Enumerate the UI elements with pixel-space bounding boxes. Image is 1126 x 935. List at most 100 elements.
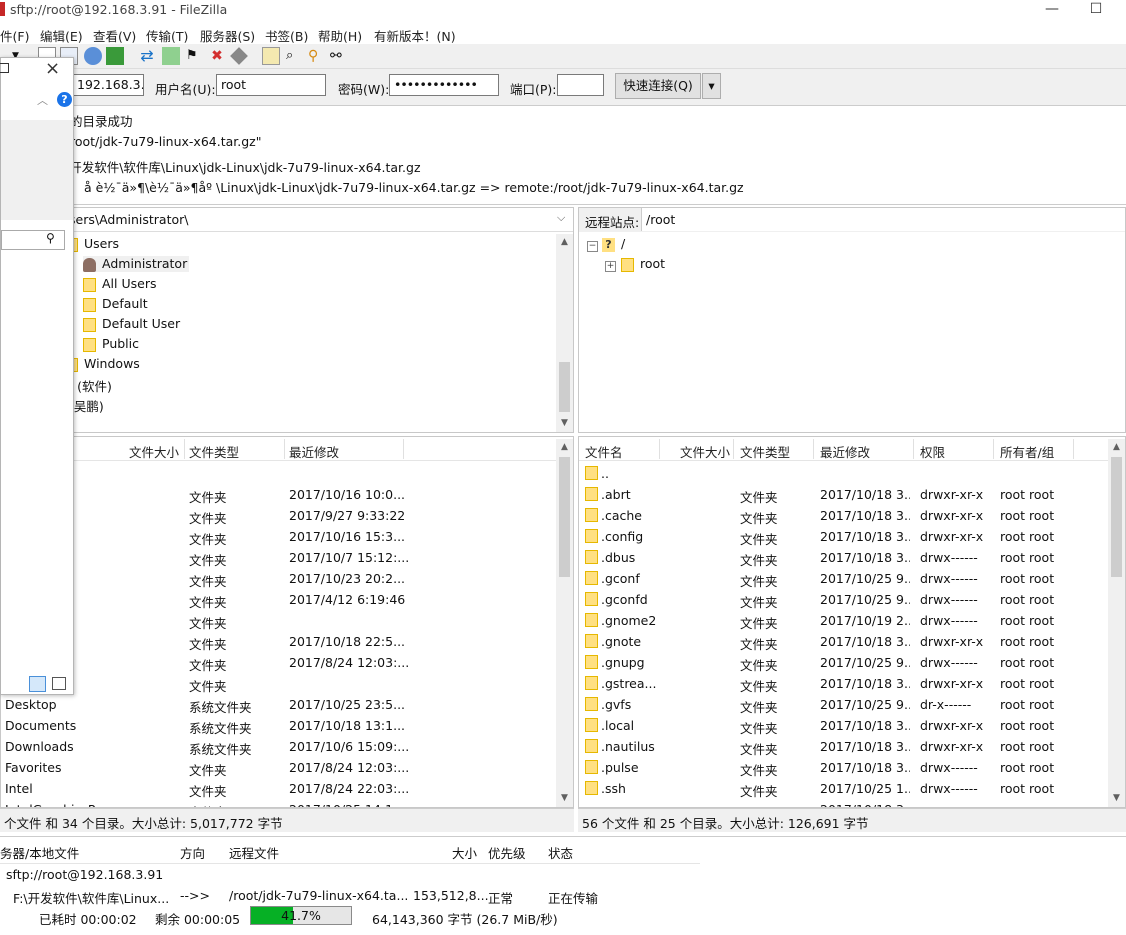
scroll-thumb[interactable]: [559, 362, 570, 412]
col-remote-file[interactable]: 远程文件: [229, 843, 279, 862]
password-input[interactable]: •••••••••••••: [389, 74, 499, 96]
queue-transfer-row[interactable]: F:\开发软件\软件库\Linux... -->> /root/jdk-7u79…: [0, 887, 1126, 907]
dialog-search-input[interactable]: ⚲: [1, 230, 65, 250]
local-file-row[interactable]: 文件夹 2017/4/12 6:19:46: [1, 589, 556, 610]
minimize-button[interactable]: —: [1032, 0, 1072, 20]
menu-transfer[interactable]: 传输(T): [146, 26, 188, 45]
col-size[interactable]: 大小: [452, 843, 477, 862]
remote-file-row[interactable]: .gnome2 文件夹 2017/10/19 2... drwx------ root …: [579, 610, 1109, 631]
large-icons-view-icon[interactable]: [52, 677, 66, 690]
menu-server[interactable]: 服务器(S): [200, 26, 255, 45]
scroll-up-icon[interactable]: ▲: [556, 439, 573, 456]
local-file-row[interactable]: sa...文件夹2017/10/7 15:12:...: [1, 547, 556, 568]
remote-tree-root[interactable]: −? /: [587, 236, 625, 252]
remote-file-row[interactable]: .pulse 文件夹 2017/10/18 3... drwx------ root r…: [579, 757, 1109, 778]
remote-file-row[interactable]: .abrt 文件夹 2017/10/18 3... drwxr-xr-x root ro…: [579, 484, 1109, 505]
local-tree-item[interactable]: Administrator: [83, 256, 190, 272]
quickconnect-button[interactable]: 快速连接(Q): [615, 73, 701, 99]
local-file-row[interactable]: Data文件夹: [1, 610, 556, 631]
local-tree-item[interactable]: Default: [83, 296, 148, 312]
local-file-row[interactable]: Intel 文件夹 2017/8/24 22:03:...: [1, 778, 556, 799]
col-status[interactable]: 状态: [548, 843, 573, 862]
toggle-queue-icon[interactable]: [106, 47, 124, 65]
menu-bookmarks[interactable]: 书签(B): [265, 26, 308, 45]
details-view-icon[interactable]: [29, 676, 46, 692]
remote-file-row[interactable]: 2017/10/18 3...: [579, 799, 1109, 807]
maximize-button[interactable]: ☐: [1076, 0, 1116, 20]
local-tree-item[interactable]: (吴鹏): [69, 396, 104, 415]
flag-icon[interactable]: ⚑: [186, 47, 204, 65]
col-owner[interactable]: 所有者/组: [1000, 442, 1054, 461]
compare-icon[interactable]: ⌕: [286, 47, 304, 65]
scroll-down-icon[interactable]: ▼: [556, 790, 573, 807]
search-icon[interactable]: ⚯: [330, 47, 348, 65]
remote-file-row[interactable]: .gstrea... 文件夹 2017/10/18 3... drwxr-xr-x ro…: [579, 673, 1109, 694]
remote-file-row[interactable]: .ssh 文件夹 2017/10/25 1... drwx------ root roo…: [579, 778, 1109, 799]
queue-server[interactable]: sftp://root@192.168.3.91: [6, 867, 163, 882]
host-input[interactable]: 192.168.3.91: [72, 74, 144, 96]
local-file-row[interactable]: dio...文件夹2017/10/16 10:0...: [1, 484, 556, 505]
cancel-icon[interactable]: ✖: [208, 47, 226, 65]
scroll-thumb[interactable]: [1111, 457, 1122, 577]
local-tree-scrollbar[interactable]: ▲ ▼: [556, 234, 573, 432]
scroll-up-icon[interactable]: ▲: [1108, 439, 1125, 456]
col-permissions[interactable]: 权限: [920, 442, 945, 461]
col-filetype[interactable]: 文件类型: [740, 442, 790, 461]
maximize-icon[interactable]: [0, 63, 9, 73]
port-input[interactable]: [557, 74, 604, 96]
local-address-input[interactable]: sers\Administrator\: [69, 212, 189, 227]
remote-file-row[interactable]: .cache 文件夹 2017/10/18 3... drwxr-xr-x root r…: [579, 505, 1109, 526]
local-file-row[interactable]: Favorites 文件夹 2017/8/24 12:03:...: [1, 757, 556, 778]
process-queue-icon[interactable]: [162, 47, 180, 65]
remote-file-row[interactable]: .gnupg 文件夹 2017/10/25 9... drwx------ root r…: [579, 652, 1109, 673]
local-file-row[interactable]: 文件夹 2017/10/23 20:2...: [1, 568, 556, 589]
local-list-scrollbar[interactable]: ▲ ▼: [556, 439, 573, 807]
quickconnect-dropdown-button[interactable]: ▾: [702, 73, 721, 99]
local-file-row[interactable]: 文件夹 2017/10/18 22:5...: [1, 631, 556, 652]
refresh-icon[interactable]: ⇄: [138, 47, 156, 65]
local-file-row[interactable]: [1, 463, 556, 484]
remote-file-row[interactable]: .nautilus 文件夹 2017/10/18 3... drwxr-xr-x roo…: [579, 736, 1109, 757]
local-tree-item[interactable]: Public: [83, 336, 139, 352]
col-filename[interactable]: 文件名: [585, 442, 623, 461]
menu-file[interactable]: 件(F): [0, 26, 29, 45]
local-tree-item[interactable]: Windows: [65, 356, 140, 372]
scroll-up-icon[interactable]: ▲: [556, 234, 573, 251]
remote-file-row[interactable]: .config 文件夹 2017/10/18 3... drwxr-xr-x root …: [579, 526, 1109, 547]
remote-file-row[interactable]: ..: [579, 463, 1109, 484]
chevron-up-icon[interactable]: ︿: [37, 92, 48, 108]
remote-file-row[interactable]: .gvfs 文件夹 2017/10/25 9... dr-x------ root ro…: [579, 694, 1109, 715]
local-file-row[interactable]: 文件夹: [1, 673, 556, 694]
col-filesize[interactable]: 文件大小: [129, 442, 179, 461]
remote-file-row[interactable]: .gconfd 文件夹 2017/10/25 9... drwx------ root …: [579, 589, 1109, 610]
local-file-row[interactable]: Documents 系统文件夹 2017/10/18 13:1...: [1, 715, 556, 736]
col-priority[interactable]: 优先级: [488, 843, 526, 862]
col-modified[interactable]: 最近修改: [820, 442, 870, 461]
menu-edit[interactable]: 编辑(E): [40, 26, 83, 45]
scroll-thumb[interactable]: [559, 457, 570, 577]
local-file-row[interactable]: IntelGraphicsP...文件夹2017/10/25 14:1...: [1, 799, 556, 807]
remote-file-row[interactable]: .local 文件夹 2017/10/18 3... drwxr-xr-x root r…: [579, 715, 1109, 736]
scroll-down-icon[interactable]: ▼: [556, 415, 573, 432]
username-input[interactable]: root: [216, 74, 326, 96]
local-tree-item[interactable]: Default User: [83, 316, 180, 332]
expand-icon[interactable]: +: [605, 261, 616, 272]
remote-file-row[interactable]: .dbus 文件夹 2017/10/18 3... drwx------ root ro…: [579, 547, 1109, 568]
chevron-down-icon[interactable]: ⌵: [557, 211, 565, 225]
menu-view[interactable]: 查看(V): [93, 26, 136, 45]
remote-tree-item-root[interactable]: + root: [605, 256, 665, 272]
remote-list-scrollbar[interactable]: ▲ ▼: [1108, 439, 1125, 807]
remote-file-row[interactable]: .gconf 文件夹 2017/10/25 9... drwx------ root r…: [579, 568, 1109, 589]
disconnect-icon[interactable]: [230, 47, 248, 65]
local-file-row[interactable]: 文件夹 2017/8/24 12:03:...: [1, 652, 556, 673]
local-tree-item[interactable]: All Users: [83, 276, 156, 292]
local-file-row[interactable]: Desktop 系统文件夹 2017/10/25 23:5...: [1, 694, 556, 715]
col-server-local[interactable]: 务器/本地文件: [0, 843, 79, 862]
col-filesize[interactable]: 文件大小: [680, 442, 730, 461]
toggle-remote-tree-icon[interactable]: [84, 47, 102, 65]
close-icon[interactable]: ×: [45, 58, 60, 79]
col-direction[interactable]: 方向: [180, 843, 205, 862]
col-modified[interactable]: 最近修改: [289, 442, 339, 461]
local-tree-item[interactable]: : (软件): [69, 376, 112, 395]
sync-browse-icon[interactable]: ⚲: [308, 47, 326, 65]
